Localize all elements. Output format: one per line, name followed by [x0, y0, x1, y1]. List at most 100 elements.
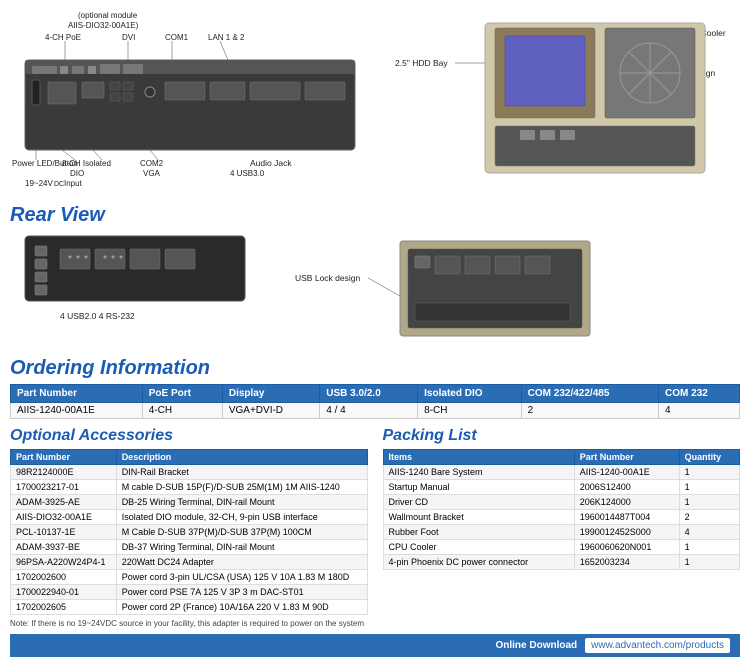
- accessories-row-1: 1700023217-01M cable D-SUB 15P(F)/D-SUB …: [11, 480, 368, 495]
- accessories-row-7: 1702002600Power cord 3-pin UL/CSA (USA) …: [11, 570, 368, 585]
- db9-dot-4: [104, 256, 107, 259]
- pack-cell-3-2: 2: [679, 510, 739, 525]
- top-section: (optional module AIIS-DIO32-00A1E) 4-CH …: [10, 8, 740, 196]
- pack-cell-4-0: Rubber Foot: [383, 525, 574, 540]
- rear-rs232-1: [60, 249, 90, 269]
- pack-cell-4-2: 4: [679, 525, 739, 540]
- label-audio-jack: Audio Jack: [250, 158, 292, 168]
- pack-cell-2-0: Driver CD: [383, 495, 574, 510]
- acc-cell-8-1: Power cord PSE 7A 125 V 3P 3 m DAC-ST01: [116, 585, 367, 600]
- ordering-cell-part: AIIS-1240-00A1E: [11, 403, 143, 419]
- ordering-cell-poe: 4-CH: [142, 403, 222, 419]
- acc-cell-0-1: DIN-Rail Bracket: [116, 465, 367, 480]
- accessories-row-3: AIIS-DIO32-00A1EIsolated DIO module, 32-…: [11, 510, 368, 525]
- port-com1: [88, 66, 96, 74]
- packing-title: Packing List: [383, 427, 741, 445]
- rear-section-content: 4 USB2.0 4 RS-232 USB Lock design: [10, 231, 740, 349]
- label-voltage: 19~24V: [25, 179, 53, 188]
- rear-3d-usb-lock: [415, 303, 570, 321]
- bottom-two-col: Optional Accessories Part Number Descrip…: [10, 427, 740, 628]
- acc-col-part: Part Number: [11, 450, 117, 465]
- audio-jack-port: [145, 87, 155, 97]
- label-input: Input: [64, 179, 83, 188]
- pack-col-qty: Quantity: [679, 450, 739, 465]
- footer: Online Download www.advantech.com/produc…: [10, 634, 740, 657]
- pack-col-items: Items: [383, 450, 574, 465]
- ordering-col-usb: USB 3.0/2.0: [320, 385, 418, 403]
- rear-3d-port-4: [495, 256, 520, 274]
- ordering-cell-dio: 8-CH: [418, 403, 522, 419]
- pack-cell-2-2: 1: [679, 495, 739, 510]
- usb-port-1: [110, 82, 120, 90]
- packing-row-5: CPU Cooler1960060620N0011: [383, 540, 740, 555]
- usb-lock-label-rear: USB Lock design: [295, 273, 360, 283]
- front-view-area: (optional module AIIS-DIO32-00A1E) 4-CH …: [10, 8, 380, 196]
- accessories-section: Optional Accessories Part Number Descrip…: [10, 427, 368, 628]
- usb-port-lock-3: [560, 130, 575, 140]
- label-dc: DC: [54, 181, 64, 188]
- rear-usb1: [35, 246, 47, 256]
- pack-cell-5-2: 1: [679, 540, 739, 555]
- pack-cell-3-1: 1960014487T004: [574, 510, 679, 525]
- rear-right-diagram-area: USB Lock design: [290, 231, 740, 349]
- acc-cell-8-0: 1700022940-01: [11, 585, 117, 600]
- pack-cell-1-1: 2006S12400: [574, 480, 679, 495]
- acc-cell-7-0: 1702002600: [11, 570, 117, 585]
- acc-cell-3-0: AIIS-DIO32-00A1E: [11, 510, 117, 525]
- footer-label: Online Download: [495, 640, 577, 651]
- ordering-cell-com232: 4: [659, 403, 740, 419]
- label-aiis-dio32: AIIS-DIO32-00A1E): [68, 21, 139, 30]
- acc-cell-9-1: Power cord 2P (France) 10A/16A 220 V 1.8…: [116, 600, 367, 615]
- right-view-diagram: 2.5" HDD Bay 1.5U CPU Cooler USB Lock de…: [390, 8, 750, 193]
- rear-3d-port-3: [465, 256, 490, 274]
- acc-cell-1-0: 1700023217-01: [11, 480, 117, 495]
- packing-row-2: Driver CD206K1240001: [383, 495, 740, 510]
- ordering-col-com485: COM 232/422/485: [521, 385, 658, 403]
- accessories-row-8: 1700022940-01Power cord PSE 7A 125 V 3P …: [11, 585, 368, 600]
- port-poe-2: [60, 66, 68, 74]
- ordering-section: Ordering Information Part Number PoE Por…: [10, 357, 740, 419]
- footer-url: www.advantech.com/products: [585, 638, 730, 653]
- acc-cell-6-0: 96PSA-A220W24P4-1: [11, 555, 117, 570]
- page: (optional module AIIS-DIO32-00A1E) 4-CH …: [0, 0, 750, 657]
- ordering-cell-usb: 4 / 4: [320, 403, 418, 419]
- acc-cell-0-0: 98R2124000E: [11, 465, 117, 480]
- extra-port-4: [305, 82, 345, 100]
- usb-port-2: [123, 82, 133, 90]
- accessories-row-4: PCL-10137-1EM Cable D-SUB 37P(M)/D-SUB 3…: [11, 525, 368, 540]
- ordering-col-display: Display: [222, 385, 319, 403]
- rear-usb4: [35, 285, 47, 295]
- usb-port-lock-1: [520, 130, 535, 140]
- rear-3d-port-5: [525, 256, 550, 274]
- pack-cell-2-1: 206K124000: [574, 495, 679, 510]
- packing-row-3: Wallmount Bracket1960014487T0042: [383, 510, 740, 525]
- vga-connector: [82, 82, 104, 98]
- pack-cell-0-2: 1: [679, 465, 739, 480]
- pack-cell-6-0: 4-pin Phoenix DC power connector: [383, 555, 574, 570]
- label-optional-module: (optional module: [78, 11, 138, 20]
- label-8ch-isolated: 8-CH Isolated: [62, 159, 111, 168]
- packing-row-1: Startup Manual2006S124001: [383, 480, 740, 495]
- accessories-row-0: 98R2124000EDIN-Rail Bracket: [11, 465, 368, 480]
- acc-col-desc: Description: [116, 450, 367, 465]
- ordering-col-poe: PoE Port: [142, 385, 222, 403]
- acc-cell-4-1: M Cable D-SUB 37P(M)/D-SUB 37P(M) 100CM: [116, 525, 367, 540]
- extra-port-2: [210, 82, 245, 100]
- rear-3d-diagram: USB Lock design: [290, 231, 610, 346]
- accessories-title: Optional Accessories: [10, 427, 368, 445]
- pack-cell-6-1: 1652003234: [574, 555, 679, 570]
- acc-cell-7-1: Power cord 3-pin UL/CSA (USA) 125 V 10A …: [116, 570, 367, 585]
- rear-3d-port-1: [415, 256, 430, 268]
- ordering-col-part: Part Number: [11, 385, 143, 403]
- ordering-table: Part Number PoE Port Display USB 3.0/2.0…: [10, 384, 740, 419]
- label-4usb3: 4 USB3.0: [230, 169, 265, 178]
- ordering-cell-display: VGA+DVI-D: [222, 403, 319, 419]
- pack-cell-6-2: 1: [679, 555, 739, 570]
- pack-cell-0-1: AIIS-1240-00A1E: [574, 465, 679, 480]
- port-lan2: [123, 64, 143, 74]
- pack-cell-4-1: 1990012452S000: [574, 525, 679, 540]
- pack-col-part: Part Number: [574, 450, 679, 465]
- rear-view-section: Rear View: [10, 204, 740, 349]
- pack-cell-3-0: Wallmount Bracket: [383, 510, 574, 525]
- port-dvi: [72, 66, 84, 74]
